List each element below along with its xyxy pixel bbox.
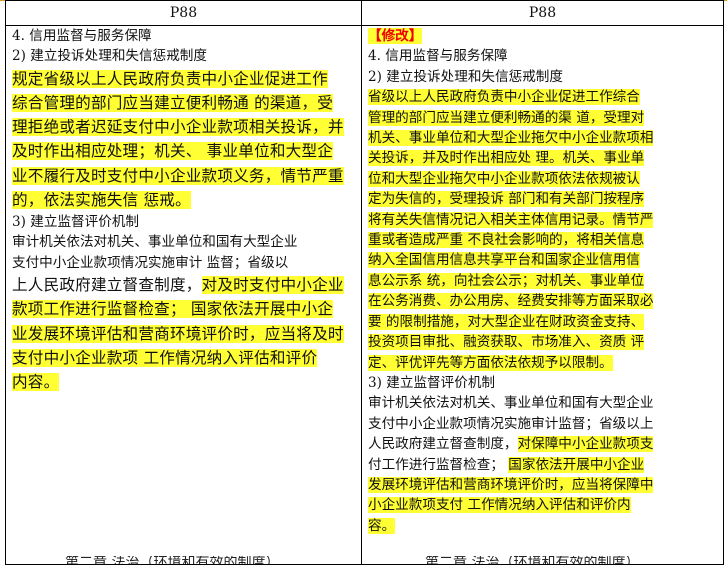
left-line-text: 支付中小企业款项 工作情况纳入评估和评价 — [12, 348, 318, 367]
right-line: 小企业款项支付 工作情况纳入评估和评价内 — [368, 495, 719, 515]
right-line: 省级以上人民政府负责中小企业促进工作综合 — [368, 87, 719, 107]
right-line: 审计机关依法对机关、事业单位和国有大型企业 — [368, 393, 719, 413]
right-line: 重或者造成严重 不良社会影响的，将相关信息 — [368, 230, 719, 250]
right-line: 管理的部门应当建立便利畅通的渠 道，受理对 — [368, 108, 719, 128]
left-line: 上人民政府建立督查制度，对及时支付中小企业 — [12, 273, 357, 297]
right-line-highlighted-part: 国家依法开展中小企业 — [508, 456, 645, 473]
right-line: 容。 — [368, 516, 719, 536]
right-line-text: 4. 信用监督与服务保障 — [368, 48, 508, 65]
left-line-text: 理拒绝或者迟延支付中小企业款项相关投诉，并 — [12, 118, 344, 137]
left-line-text: 款项工作进行监督检查； 国家依法开展中小企 — [12, 300, 334, 319]
right-line-plain-part: 付工作进行监督检查； — [368, 456, 509, 473]
right-line: 定为失信的，受理投诉 部门和有关部门按程序 — [368, 189, 719, 209]
right-line: 4. 信用监督与服务保障 — [368, 46, 719, 66]
right-line: 人民政府建立督查制度，对保障中小企业款项支 — [368, 434, 719, 454]
left-line: 及时作出相应处理；机关、 事业单位和大型企 — [12, 139, 357, 163]
left-line-text: 的，依法实施失信 惩戒。 — [12, 190, 191, 209]
right-line-text: 位和大型企业拖欠中小企业款项依法依规被认 — [368, 170, 640, 187]
comparison-table: P88 P88 4. 信用监督与服务保障 2) 建立投诉处理和失信惩戒制度 规定省级… — [5, 0, 724, 565]
left-line: 审计机关依法对机关、事业单位和国有大型企业 — [12, 232, 357, 252]
left-line: 理拒绝或者迟延支付中小企业款项相关投诉，并 — [12, 115, 357, 139]
left-line-text: 3) 建立监督评价机制 — [12, 214, 140, 231]
right-line-text: 重或者造成严重 不良社会影响的，将相关信息 — [368, 232, 645, 249]
right-line-text: 定为失信的，受理投诉 部门和有关部门按程序 — [368, 191, 645, 208]
header-row: P88 P88 — [5, 0, 724, 26]
left-line-text: 审计机关依法对机关、事业单位和国有大型企业 — [12, 234, 298, 251]
right-line: 投资项目审批、融资获取、市场准入、资质 评 — [368, 332, 719, 352]
left-line-text: 规定省级以上人民政府负责中小企业促进工作 — [12, 69, 328, 88]
right-line: 在公务消费、办公用房、经费安排等方面采取必 — [368, 291, 719, 311]
left-line-text: 2) 建立投诉处理和失信惩戒制度 — [12, 48, 207, 65]
right-line-text: 管理的部门应当建立便利畅通的渠 道，受理对 — [368, 109, 645, 126]
right-line-text: 要 的限制措施，对大型企业在财政资金支持、 — [368, 313, 645, 330]
left-line-plain-part: 上人民政府建立督查制度， — [12, 276, 202, 295]
right-line: 息公示系 统，向社会公示；对机关、事业单位 — [368, 271, 719, 291]
left-line: 业发展环境评估和营商环境评价时，应当将及时 — [12, 322, 357, 346]
original-text-body: 4. 信用监督与服务保障 2) 建立投诉处理和失信惩戒制度规定省级以上人民政府负责… — [6, 26, 361, 564]
left-line: 内容。 — [12, 370, 357, 394]
left-line-text: 业不履行及时支付中小企业款项义务，情节严重 — [12, 166, 344, 185]
right-line: 纳入全国信用信息共享平台和国家企业信用信 — [368, 250, 719, 270]
footer-left-text: 第二章 法治（环境和有效的制度） — [65, 556, 280, 564]
left-line: 4. 信用监督与服务保障 — [12, 26, 357, 46]
left-line: 规定省级以上人民政府负责中小企业促进工作 — [12, 67, 357, 91]
right-line-text: 支付中小企业款项情况实施审计监督；省级以上 — [368, 415, 654, 432]
right-line: 付工作进行监督检查； 国家依法开展中小企业 — [368, 455, 719, 475]
right-line: 机关、事业单位和大型企业拖欠中小企业款项相 — [368, 128, 719, 148]
right-line-text: 省级以上人民政府负责中小企业促进工作综合 — [368, 89, 640, 106]
right-line: 2) 建立投诉处理和失信惩戒制度 — [368, 67, 719, 87]
revised-text-cell: 【修改】 4. 信用监督与服务保障 2) 建立投诉处理和失信惩戒制度省级以上人民政… — [361, 25, 724, 565]
document-page: P88 P88 4. 信用监督与服务保障 2) 建立投诉处理和失信惩戒制度 规定省级… — [0, 0, 727, 565]
right-line-text: 机关、事业单位和大型企业拖欠中小企业款项相 — [368, 130, 654, 147]
right-line-text: 3) 建立监督评价机制 — [368, 374, 496, 391]
right-line-text: 发展环境评估和营商环境评价时，应当将保障中 — [368, 476, 654, 493]
right-line-text: 在公务消费、办公用房、经费安排等方面采取必 — [368, 293, 654, 310]
left-line: 的，依法实施失信 惩戒。 — [12, 188, 357, 212]
right-line-text: 2) 建立投诉处理和失信惩戒制度 — [368, 68, 563, 85]
right-line-text: 投资项目审批、融资获取、市场准入、资质 评 — [368, 334, 645, 351]
right-line-plain-part: 人民政府建立督查制度， — [368, 436, 518, 453]
footer-right-text: 第二章 法治（环境和有效的制度） — [425, 556, 640, 564]
right-line: 定、评优评先等方面依法依规予以限制。 — [368, 353, 719, 373]
left-line-text: 4. 信用监督与服务保障 — [12, 28, 152, 44]
left-line-highlighted-part: 对及时支付中小企业 — [201, 276, 344, 295]
right-line-text: 纳入全国信用信息共享平台和国家企业信用信 — [368, 252, 640, 269]
content-row: 4. 信用监督与服务保障 2) 建立投诉处理和失信惩戒制度 规定省级以上人民政府负责… — [5, 25, 724, 565]
right-line: 关投诉，并及时作出相应处 理。机关、事业单 — [368, 148, 719, 168]
right-line-text: 容。 — [368, 517, 396, 534]
right-line-text: 将有关失信情况记入相关主体信用记录。情节严 — [368, 211, 654, 228]
right-line-text: 定、评优评先等方面依法依规予以限制。 — [368, 354, 613, 371]
right-line-text: 关投诉，并及时作出相应处 理。机关、事业单 — [368, 150, 645, 167]
left-line-text: 内容。 — [12, 373, 60, 392]
right-line-text: 审计机关依法对机关、事业单位和国有大型企业 — [368, 395, 654, 412]
left-line-text: 业发展环境评估和营商环境评价时，应当将及时 — [12, 324, 344, 343]
right-line: 位和大型企业拖欠中小企业款项依法依规被认 — [368, 169, 719, 189]
revision-tag: 【修改】 — [368, 28, 423, 44]
right-line: 3) 建立监督评价机制 — [368, 373, 719, 393]
right-line: 支付中小企业款项情况实施审计监督；省级以上 — [368, 414, 719, 434]
left-line-text: 支付中小企业款项情况实施审计 监督；省级以 — [12, 254, 289, 271]
right-line: 发展环境评估和营商环境评价时，应当将保障中 — [368, 475, 719, 495]
right-line-text: 小企业款项支付 工作情况纳入评估和评价内 — [368, 497, 631, 514]
right-line: 要 的限制措施，对大型企业在财政资金支持、 — [368, 312, 719, 332]
revised-text-body: 【修改】 4. 信用监督与服务保障 2) 建立投诉处理和失信惩戒制度省级以上人民政… — [362, 26, 723, 564]
left-line-text: 及时作出相应处理；机关、 事业单位和大型企 — [12, 142, 334, 161]
left-line: 3) 建立监督评价机制 — [12, 212, 357, 232]
left-line: 支付中小企业款项情况实施审计 监督；省级以 — [12, 253, 357, 273]
left-line: 业不履行及时支付中小企业款项义务，情节严重 — [12, 164, 357, 188]
right-line-text: 息公示系 统，向社会公示；对机关、事业单位 — [368, 272, 645, 289]
right-line: 将有关失信情况记入相关主体信用记录。情节严 — [368, 210, 719, 230]
left-line: 2) 建立投诉处理和失信惩戒制度 — [12, 46, 357, 66]
left-line: 综合管理的部门应当建立便利畅通 的渠道，受 — [12, 91, 357, 115]
left-line: 款项工作进行监督检查； 国家依法开展中小企 — [12, 297, 357, 321]
left-column-header: P88 — [5, 0, 362, 26]
right-column-header: P88 — [361, 0, 724, 26]
left-line-text: 综合管理的部门应当建立便利畅通 的渠道，受 — [12, 94, 334, 113]
right-line-highlighted-part: 对保障中小企业款项支 — [517, 436, 654, 453]
original-text-cell: 4. 信用监督与服务保障 2) 建立投诉处理和失信惩戒制度规定省级以上人民政府负责… — [5, 25, 362, 565]
left-line: 支付中小企业款项 工作情况纳入评估和评价 — [12, 346, 357, 370]
next-section-heading-cutoff: 第二章 法治（环境和有效的制度） 第二章 法治（环境和有效的制度） — [5, 556, 721, 564]
